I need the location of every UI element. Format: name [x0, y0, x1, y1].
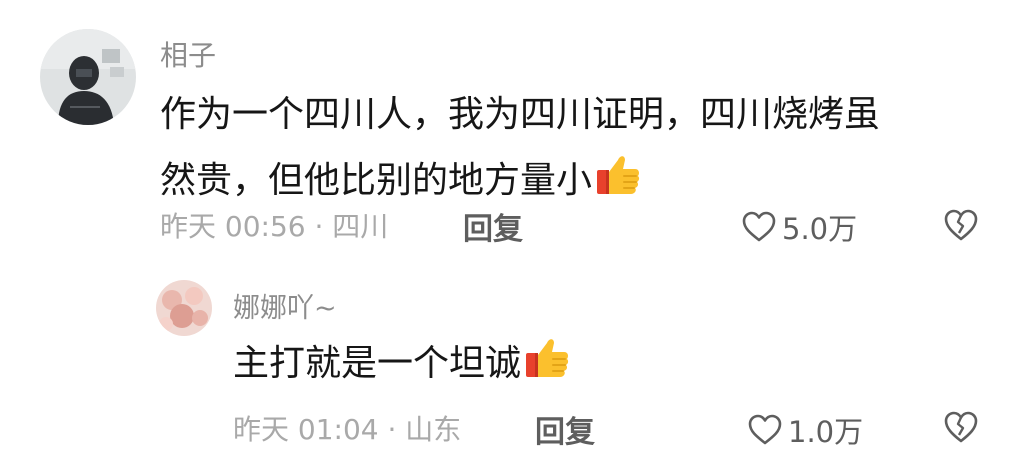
comment-meta: 昨天 01:04 · 山东 [233, 413, 462, 446]
dislike-button[interactable] [943, 410, 979, 444]
reply-comment-item: 娜娜吖~ 主打就是一个坦诚 昨天 01:04 · 山东 回复 1.0万 [0, 0, 1024, 469]
heart-icon [748, 414, 782, 445]
comment-text-line: 主打就是一个坦诚 [233, 333, 571, 400]
broken-heart-icon [944, 411, 978, 443]
comment-text-line-content: 主打就是一个坦诚 [233, 343, 522, 384]
avatar[interactable] [156, 280, 212, 336]
like-button[interactable]: 1.0万 [748, 409, 863, 451]
username[interactable]: 娜娜吖~ [233, 286, 337, 325]
comment-text: 主打就是一个坦诚 [233, 333, 571, 400]
reply-button[interactable]: 回复 [535, 407, 595, 451]
avatar-photo-icon [156, 280, 212, 336]
like-count: 1.0万 [788, 415, 864, 449]
thumbs-up-icon [523, 333, 571, 400]
